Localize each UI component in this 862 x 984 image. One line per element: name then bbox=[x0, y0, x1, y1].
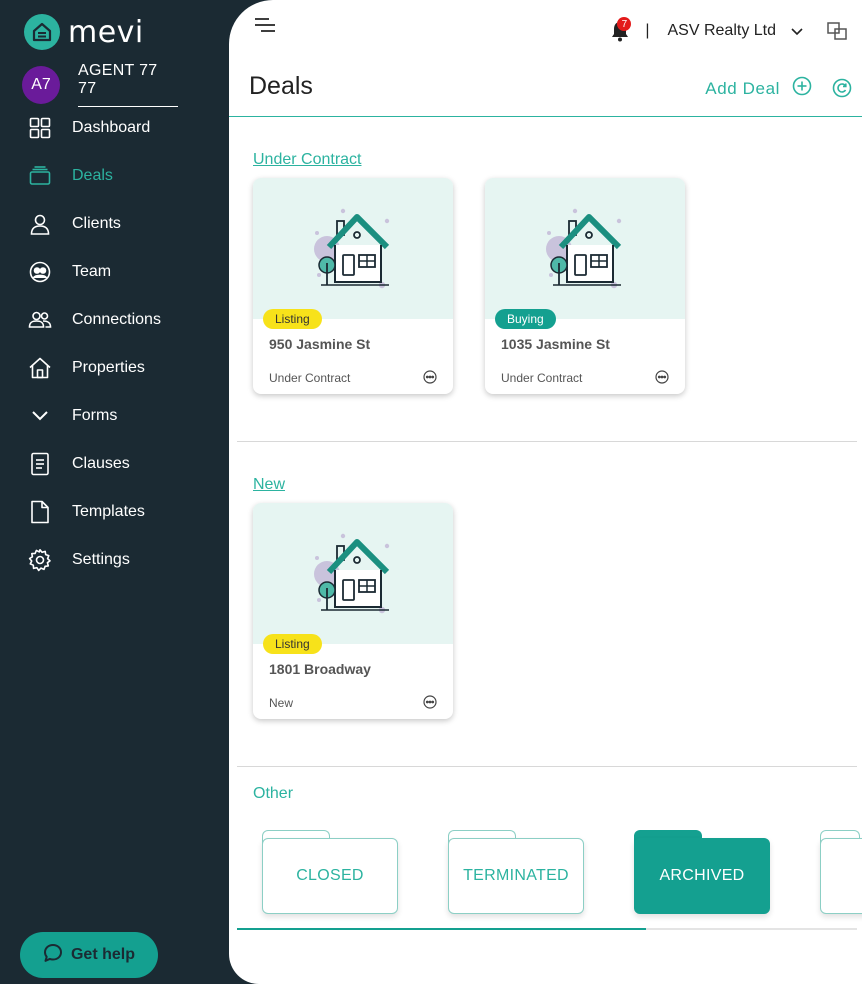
folder-archived[interactable]: ARCHIVED bbox=[634, 830, 770, 914]
sidebar-item-forms[interactable]: Forms bbox=[0, 392, 230, 440]
sidebar-item-label: Clients bbox=[72, 215, 121, 232]
sidebar-nav: Dashboard Deals Clients Team Connections bbox=[0, 104, 230, 584]
avatar[interactable]: A7 bbox=[22, 65, 60, 104]
deal-status: Under Contract bbox=[501, 371, 583, 385]
folder-label: TERMINATED bbox=[448, 838, 584, 914]
add-deal-label: Add Deal bbox=[705, 78, 780, 98]
sidebar-item-label: Properties bbox=[72, 359, 145, 376]
switch-account-icon[interactable] bbox=[826, 20, 848, 42]
section-title-other: Other bbox=[253, 785, 294, 802]
sidebar-item-label: Team bbox=[72, 263, 112, 280]
get-help-label: Get help bbox=[70, 946, 135, 963]
sidebar-item-deals[interactable]: Deals bbox=[0, 152, 230, 200]
house-illustration bbox=[485, 178, 685, 319]
page-title: Deals bbox=[249, 72, 313, 100]
home-icon bbox=[28, 356, 52, 380]
folder-label: ARCHIVED bbox=[634, 838, 770, 914]
file-icon bbox=[28, 500, 52, 524]
document-icon bbox=[28, 452, 52, 476]
notifications-bell-icon[interactable]: 7 bbox=[609, 17, 632, 43]
sidebar-item-connections[interactable]: Connections bbox=[0, 296, 230, 344]
sidebar-item-settings[interactable]: Settings bbox=[0, 536, 230, 584]
header-divider bbox=[229, 116, 862, 117]
sidebar-item-label: Connections bbox=[72, 311, 161, 328]
sidebar-item-label: Clauses bbox=[72, 455, 130, 472]
deal-address: 950 Jasmine St bbox=[269, 336, 371, 352]
more-options-icon[interactable] bbox=[655, 370, 669, 384]
agent-name[interactable]: AGENT 77 77 bbox=[78, 62, 178, 107]
sidebar: mevi A7 AGENT 77 77 Dashboard Deals Clie… bbox=[0, 0, 230, 984]
section-title-under-contract[interactable]: Under Contract bbox=[253, 151, 362, 169]
sidebar-item-label: Settings bbox=[72, 551, 130, 568]
sidebar-item-properties[interactable]: Properties bbox=[0, 344, 230, 392]
folder-body bbox=[820, 838, 862, 914]
folder-partial[interactable] bbox=[820, 830, 862, 914]
header-right: 7 | ASV Realty Ltd bbox=[609, 16, 848, 46]
section-title-new[interactable]: New bbox=[253, 476, 285, 494]
house-illustration bbox=[253, 503, 453, 644]
more-options-icon[interactable] bbox=[423, 695, 437, 709]
logo-house-icon bbox=[24, 14, 60, 50]
sidebar-item-clients[interactable]: Clients bbox=[0, 200, 230, 248]
logo-text: mevi bbox=[68, 14, 144, 50]
deal-address: 1801 Broadway bbox=[269, 661, 371, 677]
chat-bubble-icon bbox=[43, 943, 63, 968]
folder-label: CLOSED bbox=[262, 838, 398, 914]
sidebar-item-templates[interactable]: Templates bbox=[0, 488, 230, 536]
listing-tag: Listing bbox=[263, 634, 322, 654]
sidebar-item-label: Templates bbox=[72, 503, 145, 520]
deal-status: Under Contract bbox=[269, 371, 351, 385]
more-options-icon[interactable] bbox=[423, 370, 437, 384]
scrollbar-thumb[interactable] bbox=[237, 928, 646, 930]
team-icon bbox=[28, 260, 52, 284]
refresh-icon[interactable] bbox=[832, 78, 852, 98]
agent-profile[interactable]: A7 AGENT 77 77 bbox=[22, 62, 178, 107]
buying-tag: Buying bbox=[495, 309, 556, 329]
section-divider bbox=[237, 766, 857, 767]
connections-icon bbox=[28, 308, 52, 332]
deal-address: 1035 Jasmine St bbox=[501, 336, 610, 352]
logo[interactable]: mevi bbox=[24, 14, 144, 50]
add-deal-button[interactable]: Add Deal bbox=[705, 76, 812, 101]
person-icon bbox=[28, 212, 52, 236]
sidebar-item-dashboard[interactable]: Dashboard bbox=[0, 104, 230, 152]
header-separator: | bbox=[645, 22, 650, 39]
sidebar-item-label: Forms bbox=[72, 407, 118, 424]
menu-toggle-icon[interactable] bbox=[253, 16, 277, 36]
gear-icon bbox=[28, 548, 52, 572]
folder-terminated[interactable]: TERMINATED bbox=[448, 830, 584, 914]
main-panel: 7 | ASV Realty Ltd Deals Add Deal Under … bbox=[229, 0, 862, 984]
dashboard-icon bbox=[28, 116, 52, 140]
chevron-down-icon[interactable] bbox=[790, 24, 804, 38]
deals-icon bbox=[28, 164, 52, 188]
organization-name[interactable]: ASV Realty Ltd bbox=[668, 22, 777, 40]
deal-card[interactable]: Listing 1801 Broadway New bbox=[253, 503, 453, 719]
section-divider bbox=[237, 441, 857, 442]
sidebar-item-label: Dashboard bbox=[72, 119, 151, 136]
listing-tag: Listing bbox=[263, 309, 322, 329]
house-illustration bbox=[253, 178, 453, 319]
sidebar-item-team[interactable]: Team bbox=[0, 248, 230, 296]
get-help-button[interactable]: Get help bbox=[20, 932, 158, 978]
deal-card[interactable]: Buying 1035 Jasmine St Under Contract bbox=[485, 178, 685, 394]
sidebar-item-clauses[interactable]: Clauses bbox=[0, 440, 230, 488]
plus-circle-icon bbox=[792, 76, 812, 101]
folder-closed[interactable]: CLOSED bbox=[262, 830, 398, 914]
deal-card[interactable]: Listing 950 Jasmine St Under Contract bbox=[253, 178, 453, 394]
sidebar-item-label: Deals bbox=[72, 167, 113, 184]
deal-status: New bbox=[269, 696, 294, 710]
chevron-down-icon bbox=[28, 404, 52, 428]
